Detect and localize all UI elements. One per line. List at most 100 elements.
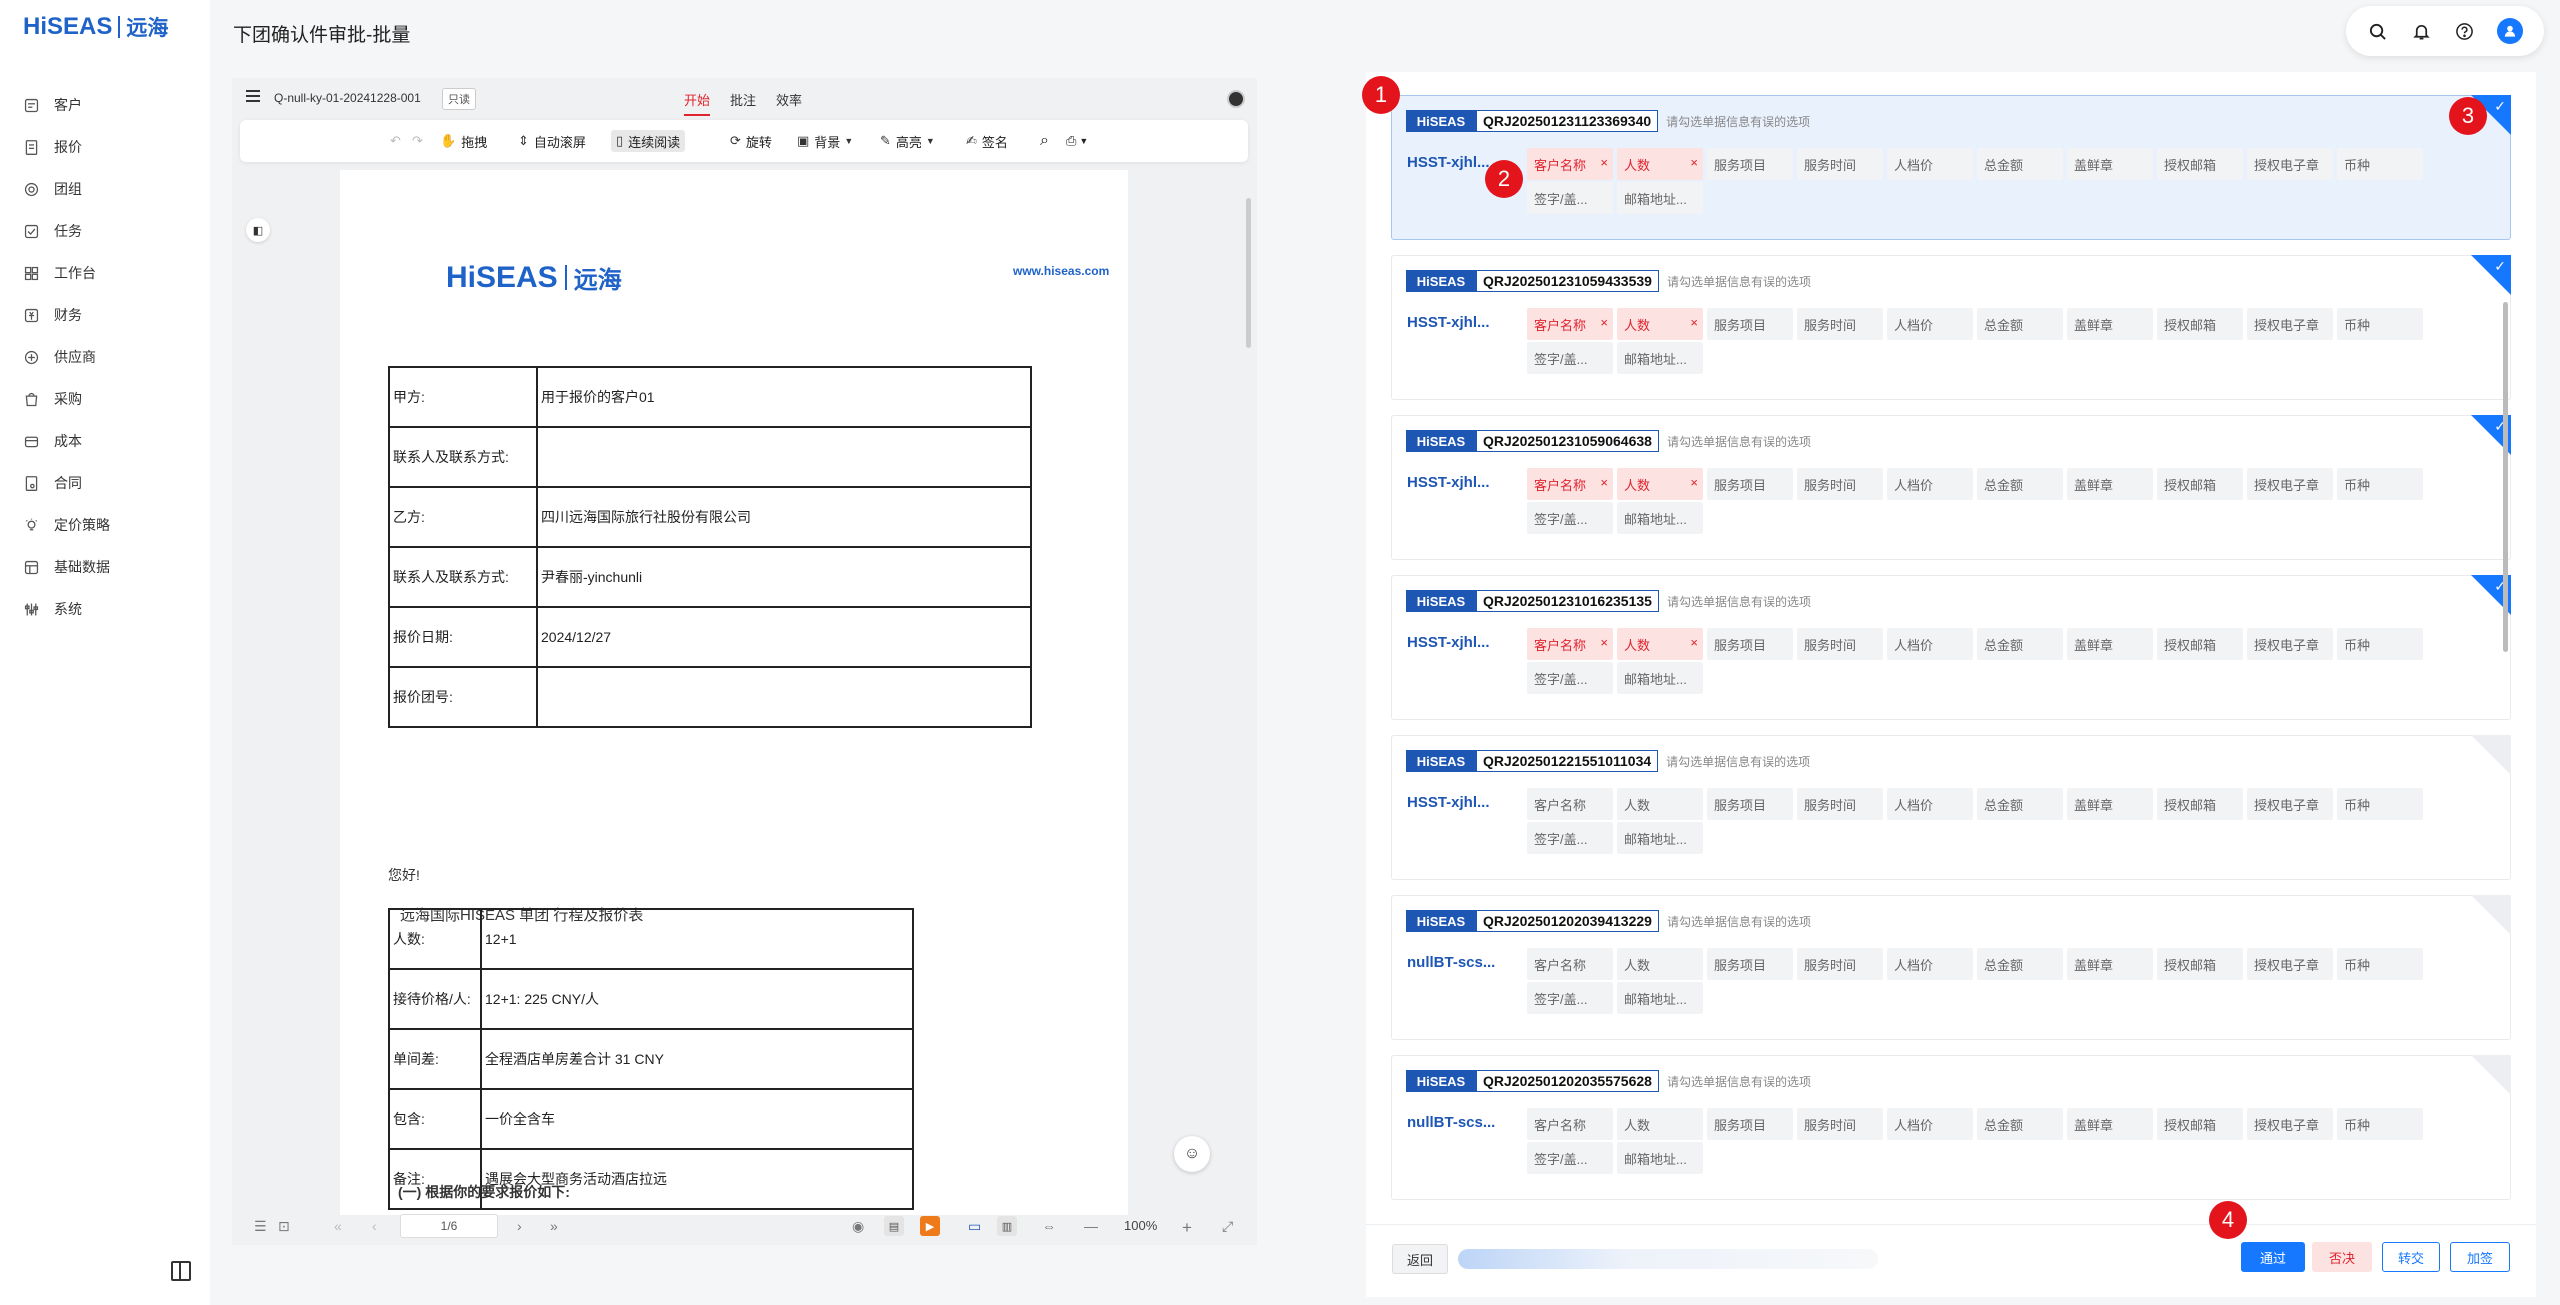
field-checkbox[interactable]: 盖鲜章 <box>2067 308 2153 340</box>
review-card[interactable]: HiSEAS QRJ202501202039413229 请勾选单据信息有误的选项 n… <box>1391 895 2511 1040</box>
field-checkbox[interactable]: 客户名称 <box>1527 948 1613 980</box>
field-checkbox[interactable]: 授权电子章 <box>2247 628 2333 660</box>
review-card[interactable]: HiSEAS QRJ202501202035575628 请勾选单据信息有误的选项 n… <box>1391 1055 2511 1200</box>
field-checkbox[interactable]: 服务项目 <box>1707 788 1793 820</box>
sidebar-item-cost[interactable]: 成本 <box>22 420 202 462</box>
field-checkbox[interactable]: 币种 <box>2337 148 2423 180</box>
field-checkbox[interactable]: 币种 <box>2337 948 2423 980</box>
field-checkbox[interactable]: 盖鲜章 <box>2067 948 2153 980</box>
next-page-icon[interactable]: › <box>517 1218 522 1234</box>
field-checkbox[interactable]: 授权邮箱 <box>2157 308 2243 340</box>
sidebar-item-purchase[interactable]: 采购 <box>22 378 202 420</box>
field-checkbox[interactable]: 授权邮箱 <box>2157 148 2243 180</box>
auto-scroll-button[interactable]: ⇕ 自动滚屏 <box>518 130 586 152</box>
card-list-scrollbar[interactable] <box>2503 302 2508 652</box>
field-checkbox[interactable]: 邮箱地址... <box>1617 662 1703 694</box>
sidebar-item-workbench[interactable]: 工作台 <box>22 252 202 294</box>
undo-icon[interactable]: ↶ <box>390 130 401 152</box>
field-checkbox[interactable]: 授权邮箱 <box>2157 948 2243 980</box>
review-card[interactable]: HiSEAS QRJ202501231016235135 请勾选单据信息有误的选项 H… <box>1391 575 2511 720</box>
field-checkbox[interactable]: 客户名称 × <box>1527 148 1613 180</box>
card-check-corner[interactable] <box>2471 1055 2511 1095</box>
field-checkbox[interactable]: 服务项目 <box>1707 948 1793 980</box>
bookmark-icon[interactable]: ⊡ <box>278 1218 290 1235</box>
field-checkbox[interactable]: 服务时间 <box>1797 948 1883 980</box>
card-label[interactable]: nullBT-scs... <box>1407 954 1495 971</box>
field-checkbox[interactable]: 人数 × <box>1617 468 1703 500</box>
card-check-corner[interactable] <box>2471 735 2511 775</box>
field-checkbox[interactable]: 服务时间 <box>1797 308 1883 340</box>
field-checkbox[interactable]: 盖鲜章 <box>2067 788 2153 820</box>
field-checkbox[interactable]: 人档价 <box>1887 948 1973 980</box>
sidebar-item-contract[interactable]: 合同 <box>22 462 202 504</box>
menu-icon[interactable] <box>246 90 260 102</box>
field-checkbox[interactable]: 授权电子章 <box>2247 788 2333 820</box>
continuous-read-button[interactable]: ▯ 连续阅读 <box>611 130 686 152</box>
field-checkbox[interactable]: 币种 <box>2337 788 2423 820</box>
redo-icon[interactable]: ↷ <box>412 130 423 152</box>
review-card[interactable]: HiSEAS QRJ202501231059433539 请勾选单据信息有误的选项 H… <box>1391 255 2511 400</box>
field-checkbox[interactable]: 总金额 <box>1977 308 2063 340</box>
field-checkbox[interactable]: 币种 <box>2337 628 2423 660</box>
first-page-icon[interactable]: « <box>334 1218 342 1234</box>
review-card[interactable]: HiSEAS QRJ202501221551011034 请勾选单据信息有误的选项 H… <box>1391 735 2511 880</box>
field-checkbox[interactable]: 服务项目 <box>1707 308 1793 340</box>
close-icon[interactable]: × <box>1690 475 1698 490</box>
field-checkbox[interactable]: 授权邮箱 <box>2157 1108 2243 1140</box>
field-checkbox[interactable]: 总金额 <box>1977 788 2063 820</box>
transfer-button[interactable]: 转交 <box>2382 1242 2440 1272</box>
field-checkbox[interactable]: 服务项目 <box>1707 468 1793 500</box>
field-checkbox[interactable]: 总金额 <box>1977 1108 2063 1140</box>
field-checkbox[interactable]: 人数 <box>1617 948 1703 980</box>
field-checkbox[interactable]: 邮箱地址... <box>1617 182 1703 214</box>
close-icon[interactable]: × <box>1600 635 1608 650</box>
field-checkbox[interactable]: 人数 × <box>1617 148 1703 180</box>
fit-width-icon[interactable]: ⇔ <box>1042 1218 1056 1234</box>
field-checkbox[interactable]: 总金额 <box>1977 468 2063 500</box>
field-checkbox[interactable]: 授权电子章 <box>2247 468 2333 500</box>
print-icon[interactable]: ⎙ ▼ <box>1066 130 1088 152</box>
field-checkbox[interactable]: 人档价 <box>1887 788 1973 820</box>
field-checkbox[interactable]: 服务时间 <box>1797 1108 1883 1140</box>
outline-icon[interactable]: ☰ <box>254 1218 267 1235</box>
sidebar-collapse-icon[interactable] <box>171 1261 191 1281</box>
tab-annotate[interactable]: 批注 <box>730 90 756 116</box>
field-checkbox[interactable]: 币种 <box>2337 308 2423 340</box>
field-checkbox[interactable]: 服务时间 <box>1797 468 1883 500</box>
field-checkbox[interactable]: 人档价 <box>1887 468 1973 500</box>
field-checkbox[interactable]: 授权电子章 <box>2247 308 2333 340</box>
field-checkbox[interactable]: 签字/盖... <box>1527 822 1613 854</box>
field-checkbox[interactable]: 人档价 <box>1887 628 1973 660</box>
field-checkbox[interactable]: 服务项目 <box>1707 148 1793 180</box>
field-checkbox[interactable]: 客户名称 × <box>1527 468 1613 500</box>
sign-button[interactable]: ✍ 签名 <box>966 130 1008 152</box>
close-icon[interactable]: × <box>1690 315 1698 330</box>
play-icon[interactable]: ▶ <box>920 1216 940 1236</box>
sidebar-item-system[interactable]: 系统 <box>22 588 202 630</box>
sidebar-item-supplier[interactable]: 供应商 <box>22 336 202 378</box>
field-checkbox[interactable]: 授权邮箱 <box>2157 468 2243 500</box>
field-checkbox[interactable]: 授权电子章 <box>2247 148 2333 180</box>
field-checkbox[interactable]: 授权电子章 <box>2247 948 2333 980</box>
field-checkbox[interactable]: 签字/盖... <box>1527 1142 1613 1174</box>
rotate-button[interactable]: ⟳ 旋转 <box>730 130 772 152</box>
help-icon[interactable] <box>2454 20 2476 42</box>
field-checkbox[interactable]: 授权邮箱 <box>2157 628 2243 660</box>
field-checkbox[interactable]: 服务时间 <box>1797 788 1883 820</box>
assistant-icon[interactable]: ☺ <box>1174 1136 1210 1172</box>
review-card[interactable]: HiSEAS QRJ202501231123369340 请勾选单据信息有误的选项 H… <box>1391 95 2511 240</box>
field-checkbox[interactable]: 邮箱地址... <box>1617 982 1703 1014</box>
field-checkbox[interactable]: 客户名称 <box>1527 788 1613 820</box>
field-checkbox[interactable]: 签字/盖... <box>1527 502 1613 534</box>
doc-user-avatar[interactable] <box>1227 90 1245 108</box>
close-icon[interactable]: × <box>1600 475 1608 490</box>
field-checkbox[interactable]: 币种 <box>2337 1108 2423 1140</box>
sidebar-toggle-icon[interactable]: ◧ <box>246 218 270 242</box>
sidebar-item-customer[interactable]: 客户 <box>22 84 202 126</box>
doc-scrollbar[interactable] <box>1246 198 1251 348</box>
approve-button[interactable]: 通过 <box>2241 1242 2305 1272</box>
card-label[interactable]: HSST-xjhl... <box>1407 154 1490 171</box>
field-checkbox[interactable]: 总金额 <box>1977 628 2063 660</box>
card-label[interactable]: HSST-xjhl... <box>1407 314 1490 331</box>
field-checkbox[interactable]: 盖鲜章 <box>2067 468 2153 500</box>
